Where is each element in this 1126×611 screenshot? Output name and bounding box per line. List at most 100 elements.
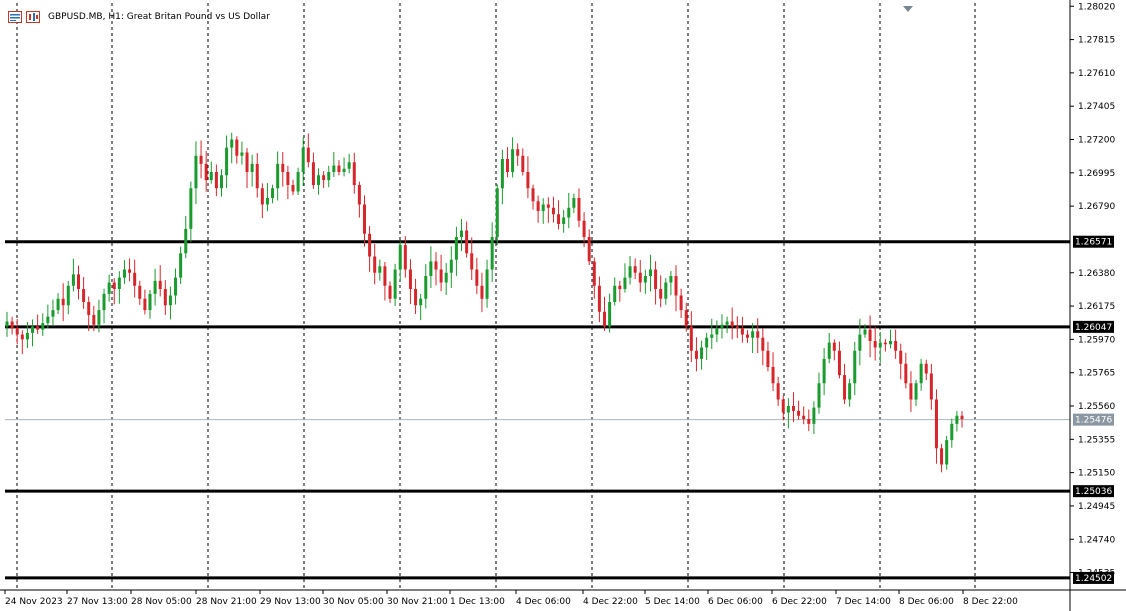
candle-body [786,406,790,413]
candle-body [735,326,739,328]
time-tick-label: 30 Nov 05:00 [323,597,384,607]
candle-body [904,363,908,384]
price-tick-label: 1.26380 [1078,269,1115,279]
candle-body [694,350,698,359]
candle-body [138,285,142,299]
candle-body [271,188,275,198]
chart-window[interactable]: 1.28020 1.27815 1.27610 1.27405 1.27200 1.269… [0,0,1126,611]
candle-body [10,321,14,328]
candle-body [776,383,780,400]
candle-body [567,207,571,218]
candle-body [82,289,86,302]
time-tick-label: 1 Dec 13:00 [450,597,505,607]
candle-body [158,280,162,289]
candle-body [230,139,234,148]
candle-body [31,326,35,333]
candle-body [618,285,622,289]
chart-window-icon[interactable] [8,11,22,23]
price-tick-label: 1.26790 [1078,202,1115,212]
candle-body [485,269,489,299]
price-tick-label: 1.24945 [1078,502,1115,512]
candle-body [924,363,928,374]
candle-body [945,440,949,465]
candle-body [526,172,530,189]
candle-body [832,342,836,351]
candle-body [858,334,862,351]
candle-body [505,159,509,172]
candle-body [209,172,213,181]
candle-body [296,172,300,192]
candle-body [281,163,285,172]
candle-body [393,269,397,299]
candle-body [756,331,760,338]
candle-body [725,321,729,325]
price-tick-label: 1.26175 [1078,302,1115,312]
candle-body [613,285,617,302]
candle-body [15,328,19,335]
candle-body [378,266,382,273]
candle-body [934,399,938,449]
candle-body [347,162,351,169]
candle-body [92,315,96,325]
candle-body [689,326,693,351]
candle-body [66,285,70,306]
candle-body [894,341,898,351]
candle-body [153,280,157,294]
candle-body [536,201,540,211]
chart-window-alt-icon[interactable] [26,11,40,23]
candle-body [730,321,734,327]
time-tick-label: 29 Nov 13:00 [260,597,321,607]
candle-body [664,282,668,299]
candle-body [490,237,494,270]
level-price-label: 1.26571 [1075,238,1112,248]
candle-body [843,375,847,400]
candle-body [791,406,795,411]
candle-body [317,175,321,185]
time-tick-label: 30 Nov 21:00 [387,597,448,607]
candle-body [245,152,249,172]
candle-body [577,198,581,221]
price-tick-label: 1.26995 [1078,169,1115,179]
candle-body [822,358,826,384]
candle-body [929,373,933,400]
chart-title: GBPUSD.MB, H1: Great Britan Pound vs US … [48,12,270,22]
candle-body [235,139,239,156]
candle-body [899,350,903,364]
candle-body [608,302,612,327]
price-chart[interactable]: 1.28020 1.27815 1.27610 1.27405 1.27200 1.269… [0,0,1126,611]
candle-body [766,350,770,367]
candle-body [914,383,918,400]
candle-body [643,276,647,283]
candle-body [133,272,137,286]
candle-body [812,407,816,424]
candle-body [357,185,361,205]
candle-body [444,272,448,283]
candle-body [260,188,264,205]
candle-body [184,228,188,254]
candle-body [429,261,433,276]
candle-body [684,310,688,327]
candle-body [531,188,535,202]
price-tick-label: 1.27405 [1078,102,1115,112]
candle-body [669,276,673,283]
candle-body [204,163,208,181]
candle-body [940,448,944,465]
candle-body [638,272,642,283]
candle-body [408,269,412,289]
candle-body [740,328,744,335]
candle-body [219,175,223,189]
candle-body [746,334,750,338]
candle-body [240,152,244,156]
candle-body [705,337,709,348]
candle-body [950,423,954,441]
candle-body [71,274,75,286]
candle-body [61,298,65,306]
candle-body [46,316,50,324]
time-tick-label: 6 Dec 06:00 [708,597,763,607]
candle-body [817,383,821,408]
time-tick-label: 4 Dec 06:00 [516,597,571,607]
candle-body [454,237,458,260]
candle-body [97,310,101,325]
candle-body [41,323,45,330]
candle-body [715,328,719,335]
